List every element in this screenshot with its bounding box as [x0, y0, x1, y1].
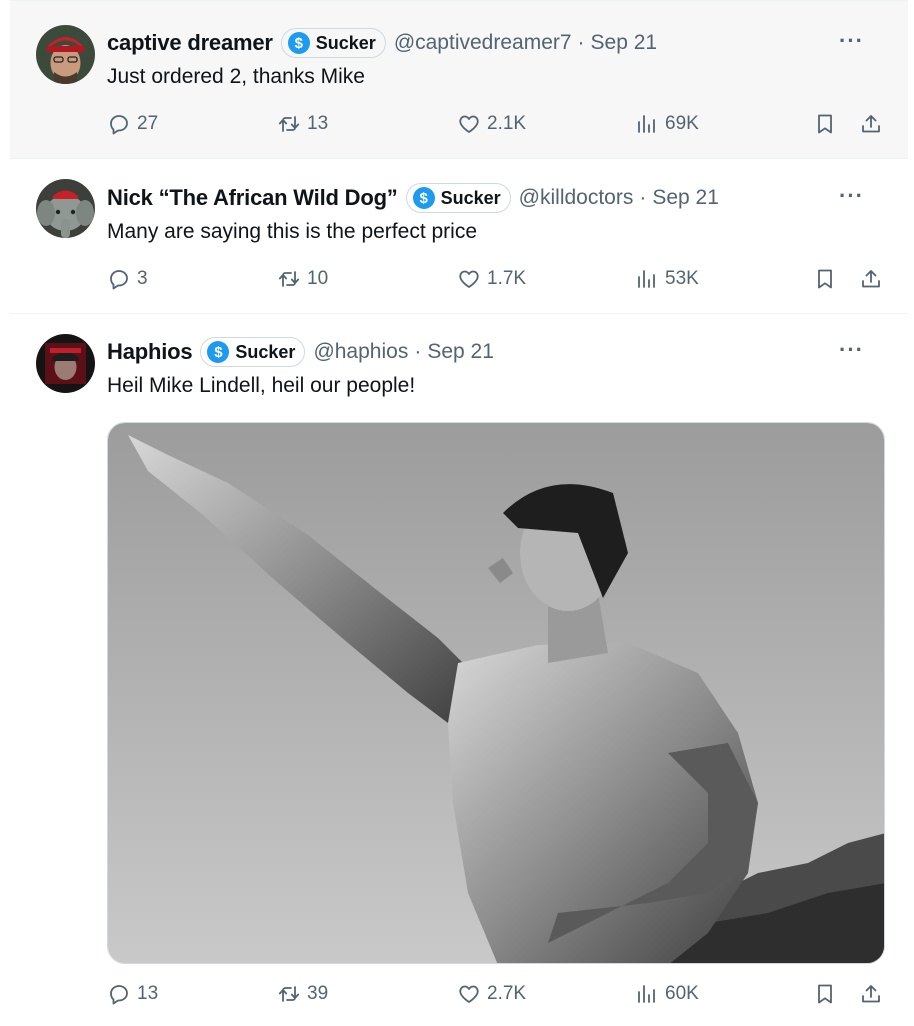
- tweet-date[interactable]: Sep 21: [652, 186, 719, 210]
- reply-count: 3: [137, 268, 148, 289]
- more-options-icon[interactable]: ···: [839, 183, 864, 209]
- retweet-button[interactable]: 13: [277, 112, 328, 136]
- dollar-badge-icon: $: [412, 187, 435, 209]
- reply-icon: [107, 112, 131, 136]
- reply-feed: captive dreamer $ Sucker @captivedreamer…: [0, 0, 914, 1026]
- retweet-count: 39: [307, 983, 329, 1004]
- reply-icon: [107, 267, 131, 291]
- tweet[interactable]: Nick “The African Wild Dog” $ Sucker @ki…: [10, 158, 908, 314]
- badge-label: Sucker: [440, 187, 501, 208]
- tweet-header: captive dreamer $ Sucker @captivedreamer…: [107, 26, 888, 60]
- like-count: 1.7K: [487, 268, 527, 289]
- dollar-badge-icon: $: [207, 341, 230, 363]
- like-count: 2.7K: [487, 983, 527, 1004]
- separator-dot: ·: [414, 340, 422, 363]
- user-handle[interactable]: @haphios: [313, 340, 408, 364]
- like-button[interactable]: 2.7K: [457, 982, 526, 1006]
- views-button[interactable]: 69K: [635, 112, 699, 136]
- retweet-icon: [277, 112, 301, 136]
- heart-icon: [457, 112, 481, 136]
- share-button[interactable]: [859, 112, 883, 136]
- share-icon: [859, 267, 883, 291]
- heart-icon: [457, 982, 481, 1006]
- sucker-badge[interactable]: $ Sucker: [280, 28, 386, 58]
- bookmark-button[interactable]: [813, 267, 837, 291]
- bookmark-icon: [813, 267, 837, 291]
- tweet-actions: 13 39 2.7K 60K: [107, 982, 889, 1012]
- heart-icon: [457, 267, 481, 291]
- like-button[interactable]: 1.7K: [457, 267, 526, 291]
- tweet-photo[interactable]: [107, 422, 885, 964]
- tweet-text: Heil Mike Lindell, heil our people!: [107, 374, 416, 397]
- reply-icon: [107, 982, 131, 1006]
- retweet-count: 10: [307, 268, 329, 289]
- reply-count: 27: [137, 113, 159, 134]
- tweet[interactable]: captive dreamer $ Sucker @captivedreamer…: [10, 0, 908, 158]
- more-options-icon[interactable]: ···: [839, 337, 864, 363]
- sucker-badge[interactable]: $ Sucker: [405, 183, 511, 213]
- share-button[interactable]: [859, 267, 883, 291]
- reply-button[interactable]: 13: [107, 982, 158, 1006]
- views-button[interactable]: 60K: [635, 982, 699, 1006]
- badge-label: Sucker: [235, 341, 296, 362]
- separator-dot: ·: [577, 31, 585, 54]
- tweet-text: Many are saying this is the perfect pric…: [107, 220, 478, 243]
- badge-label: Sucker: [315, 32, 376, 53]
- like-button[interactable]: 2.1K: [457, 112, 526, 136]
- views-button[interactable]: 53K: [635, 267, 699, 291]
- display-name[interactable]: captive dreamer: [107, 30, 273, 56]
- view-count: 60K: [665, 983, 699, 1004]
- view-count: 53K: [665, 268, 699, 289]
- share-button[interactable]: [859, 982, 883, 1006]
- reply-button[interactable]: 27: [107, 112, 158, 136]
- photo-image: [108, 423, 884, 963]
- display-name[interactable]: Nick “The African Wild Dog”: [107, 185, 398, 211]
- tweet-header: Nick “The African Wild Dog” $ Sucker @ki…: [107, 181, 888, 215]
- avatar[interactable]: [36, 25, 95, 84]
- retweet-icon: [277, 267, 301, 291]
- tweet-date[interactable]: Sep 21: [427, 340, 494, 364]
- bookmark-icon: [813, 982, 837, 1006]
- reply-count: 13: [137, 983, 159, 1004]
- bookmark-button[interactable]: [813, 982, 837, 1006]
- bookmark-button[interactable]: [813, 112, 837, 136]
- separator-dot: ·: [639, 186, 647, 209]
- bar-chart-icon: [635, 112, 659, 136]
- share-icon: [859, 982, 883, 1006]
- tweet[interactable]: Haphios $ Sucker @haphios · Sep 21 ··· H…: [10, 314, 908, 1026]
- bar-chart-icon: [635, 982, 659, 1006]
- tweet-actions: 3 10 1.7K 53K: [107, 267, 889, 297]
- like-count: 2.1K: [487, 113, 527, 134]
- user-handle[interactable]: @captivedreamer7: [394, 31, 572, 55]
- tweet-date[interactable]: Sep 21: [591, 31, 658, 55]
- tweet-actions: 27 13 2.1K 69K: [107, 112, 889, 142]
- share-icon: [859, 112, 883, 136]
- user-handle[interactable]: @killdoctors: [519, 186, 634, 210]
- tweet-header: Haphios $ Sucker @haphios · Sep 21 ···: [107, 335, 888, 369]
- retweet-icon: [277, 982, 301, 1006]
- view-count: 69K: [665, 113, 699, 134]
- bar-chart-icon: [635, 267, 659, 291]
- bookmark-icon: [813, 112, 837, 136]
- display-name[interactable]: Haphios: [107, 339, 193, 365]
- tweet-text: Just ordered 2, thanks Mike: [107, 65, 365, 88]
- sucker-badge[interactable]: $ Sucker: [200, 337, 306, 367]
- reply-button[interactable]: 3: [107, 267, 148, 291]
- dollar-badge-icon: $: [287, 32, 310, 54]
- avatar[interactable]: [36, 179, 95, 238]
- more-options-icon[interactable]: ···: [839, 28, 864, 54]
- retweet-count: 13: [307, 113, 329, 134]
- retweet-button[interactable]: 10: [277, 267, 328, 291]
- avatar[interactable]: [36, 334, 95, 393]
- retweet-button[interactable]: 39: [277, 982, 328, 1006]
